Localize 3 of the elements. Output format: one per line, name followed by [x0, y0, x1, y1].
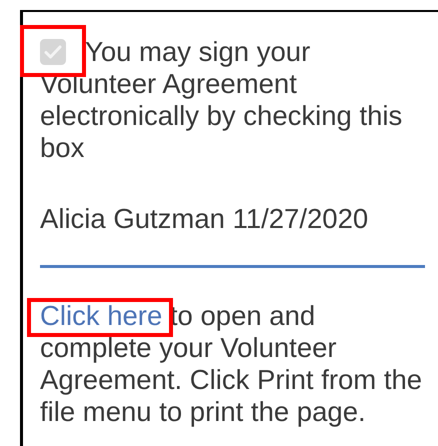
click-here-link[interactable]: Click here [40, 300, 162, 331]
consent-label: You may sign your Volunteer Agreement electronically by checking this box [40, 36, 402, 163]
signature-text: Alicia Gutzman 11/27/2020 [40, 203, 370, 235]
